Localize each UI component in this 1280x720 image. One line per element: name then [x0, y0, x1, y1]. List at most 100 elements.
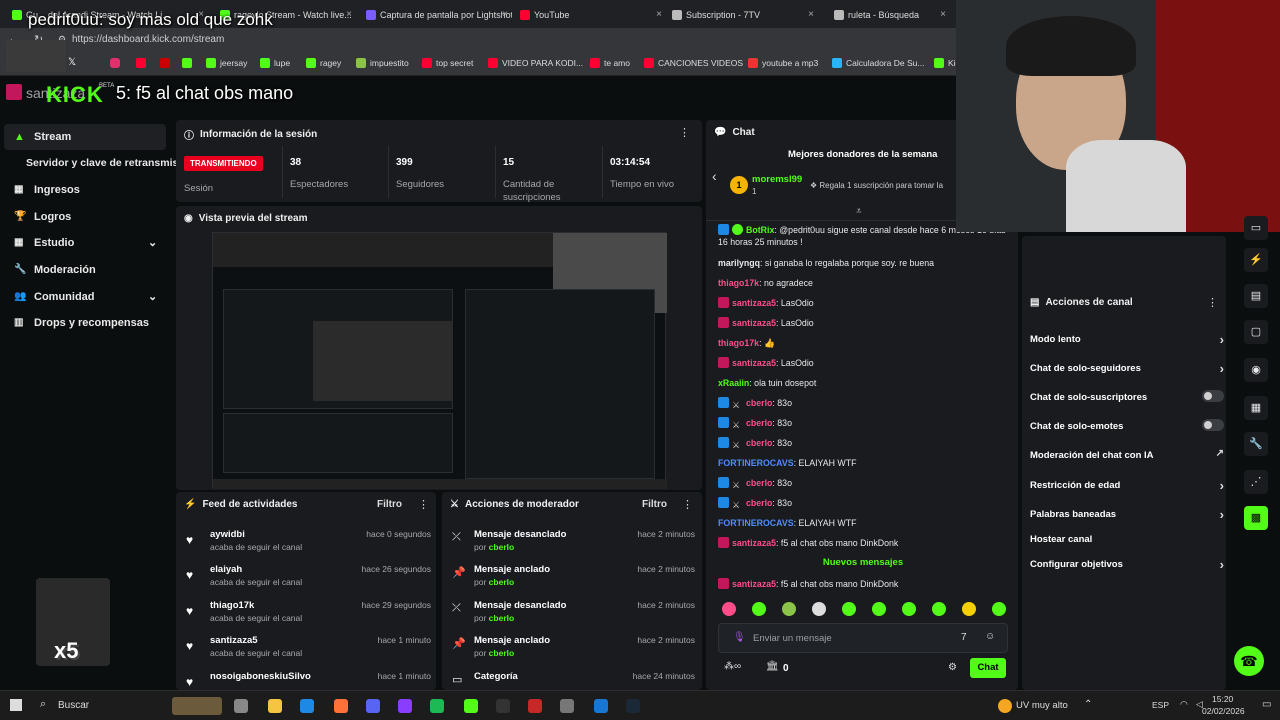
external-link-icon[interactable]: ↗ — [1216, 448, 1224, 459]
start-icon[interactable] — [10, 699, 22, 711]
emote-icon[interactable] — [722, 602, 736, 616]
browser-tab[interactable]: ruleta - Búsqueda × — [830, 4, 950, 26]
chat-username[interactable]: cberlo — [746, 418, 772, 428]
app-icon[interactable] — [560, 699, 574, 713]
bookmark-item[interactable]: VIDEO PARA KODI... — [488, 58, 583, 68]
feed-username[interactable]: thiago17k — [210, 600, 254, 611]
gift-sub-prompt[interactable]: ❖ Regala 1 suscripción para tomar la — [810, 181, 943, 190]
wifi-icon[interactable]: ◠ — [1180, 699, 1188, 710]
channel-action-palabras-baneadas[interactable]: Palabras baneadas › — [1030, 507, 1224, 522]
mod-menu-icon[interactable]: ⋮ — [682, 498, 693, 511]
x-icon[interactable]: 𝕏 — [68, 57, 76, 68]
channel-action-modo-lento[interactable]: Modo lento › — [1030, 332, 1224, 347]
channel-action-chat-de-solo-emotes[interactable]: Chat de solo-emotes — [1030, 419, 1224, 432]
channel-action-configurar-objetivos[interactable]: Configurar objetivos › — [1030, 557, 1224, 572]
chat-icon[interactable]: ▢ — [1244, 320, 1268, 344]
emote-icon[interactable] — [752, 602, 766, 616]
chevron-down-icon[interactable]: ⌄ — [148, 236, 157, 249]
emote-icon[interactable] — [992, 602, 1006, 616]
chevron-down-icon[interactable]: ⌄ — [148, 290, 157, 303]
chat-username[interactable]: santizaza5 — [732, 538, 776, 548]
app-icon[interactable] — [594, 699, 608, 713]
chevron-right-icon[interactable]: › — [1220, 557, 1224, 572]
7tv-icon[interactable]: 7 — [961, 632, 967, 643]
youtube-icon[interactable] — [136, 58, 146, 68]
clock-date[interactable]: 02/02/2026 — [1202, 706, 1245, 716]
bookmark-item[interactable]: top secret — [422, 58, 473, 68]
chat-username[interactable]: santizaza5 — [732, 298, 776, 308]
channel-action-chat-de-solo-suscriptores[interactable]: Chat de solo-suscriptores — [1030, 390, 1224, 403]
kick-bookmark-icon[interactable] — [182, 58, 192, 68]
rail-panel-icon[interactable]: ▭ — [1244, 216, 1268, 240]
moderator-name[interactable]: cberlo — [489, 648, 515, 658]
language-indicator[interactable]: ESP — [1152, 700, 1169, 710]
feed-username[interactable]: aywidbi — [210, 529, 245, 540]
moderator-name[interactable]: cberlo — [489, 577, 515, 587]
sidebar-item-ingresos[interactable]: ▦ Ingresos — [14, 184, 80, 196]
mic-icon[interactable]: 🎙 — [733, 632, 746, 643]
chat-username[interactable]: santizaza5 — [732, 579, 776, 589]
browser-tab[interactable]: Subscription - 7TV × — [668, 4, 818, 26]
kick-logo[interactable]: KICK — [46, 82, 104, 108]
chat-username[interactable]: thiago17k — [718, 278, 759, 288]
url-text[interactable]: https://dashboard.kick.com/stream — [72, 34, 224, 45]
emote-icon[interactable] — [812, 602, 826, 616]
close-tab-icon[interactable]: × — [808, 9, 814, 20]
taskbar-search[interactable]: Buscar — [58, 700, 89, 711]
chat-username[interactable]: cberlo — [746, 398, 772, 408]
file-explorer-icon[interactable] — [268, 699, 282, 713]
close-tab-icon[interactable]: × — [656, 9, 662, 20]
points-icon[interactable]: ⁂∞ — [724, 661, 741, 672]
chevron-left-icon[interactable]: ‹ — [712, 168, 717, 184]
chat-username[interactable]: cberlo — [746, 478, 772, 488]
chat-username[interactable]: santizaza5 — [732, 318, 776, 328]
feed-username[interactable]: santizaza5 — [210, 635, 258, 646]
weather-text[interactable]: UV muy alto — [1016, 700, 1068, 711]
canva-icon[interactable] — [398, 699, 412, 713]
emote-icon[interactable] — [932, 602, 946, 616]
close-tab-icon[interactable]: × — [346, 9, 352, 20]
app-icon[interactable] — [528, 699, 542, 713]
broadcast-icon[interactable]: ◉ — [1244, 358, 1268, 382]
bookmark-item[interactable]: CANCIONES VIDEOS — [644, 58, 743, 68]
chat-input[interactable]: Enviar un mensaje — [753, 633, 832, 644]
clock-time[interactable]: 15:20 — [1212, 694, 1233, 704]
sidebar-item-comunidad[interactable]: 👥 Comunidad ⌄ — [14, 291, 157, 303]
sidebar-item-moderación[interactable]: 🔧 Moderación — [14, 264, 96, 276]
search-icon[interactable]: ⌕ — [40, 698, 46, 711]
channel-action-moderaci-n-del-chat-con-ia[interactable]: Moderación del chat con IA ↗ — [1030, 448, 1224, 461]
send-chat-button[interactable]: Chat — [970, 658, 1006, 678]
chevron-right-icon[interactable]: › — [1220, 478, 1224, 493]
chat-username[interactable]: thiago17k — [718, 338, 759, 348]
obs-icon[interactable] — [496, 699, 510, 713]
moderator-name[interactable]: cberlo — [489, 542, 515, 552]
sidebar-item-stream[interactable]: ▲ Stream — [14, 131, 71, 143]
close-tab-icon[interactable]: × — [502, 9, 508, 20]
tray-chevron-icon[interactable]: ⌃ — [1084, 699, 1092, 710]
document-icon[interactable]: ▤ — [1244, 284, 1268, 308]
instagram-icon[interactable] — [110, 58, 120, 68]
collapse-icon[interactable]: ⩡ — [856, 206, 862, 217]
edge-icon[interactable] — [300, 699, 314, 713]
top-donor-name[interactable]: moremsl99 — [752, 174, 802, 185]
bookmark-item[interactable]: jeersay — [206, 58, 247, 68]
sidebar-item-logros[interactable]: 🏆 Logros — [14, 211, 71, 223]
pinterest-icon[interactable] — [160, 58, 170, 68]
emote-icon[interactable] — [782, 602, 796, 616]
chat-username[interactable]: BotRix — [746, 225, 774, 235]
bolt-icon[interactable]: ⚡ — [1244, 248, 1268, 272]
channel-action-hostear-canal[interactable]: Hostear canal — [1030, 534, 1224, 545]
sidebar-item-estudio[interactable]: ▦ Estudio ⌄ — [14, 237, 157, 249]
chat-username[interactable]: FORTINEROCAVS — [718, 518, 794, 528]
browser-tab[interactable]: Captura de pantalla por Lightshot × — [362, 4, 512, 26]
chat-input-box[interactable]: 🎙 Enviar un mensaje 7 ☺ — [718, 623, 1008, 653]
feed-filter-button[interactable]: Filtro — [377, 499, 402, 510]
moderator-name[interactable]: cberlo — [489, 613, 515, 623]
sidebar-item-servidor[interactable]: Servidor y clave de retransmisión — [26, 157, 194, 169]
chat-username[interactable]: xRaaiin — [718, 378, 749, 388]
chevron-right-icon[interactable]: › — [1220, 361, 1224, 376]
sidebar-item-drops[interactable]: ▥ Drops y recompensas — [14, 317, 149, 329]
channel-actions-menu-icon[interactable]: ⋮ — [1207, 296, 1218, 309]
firefox-icon[interactable] — [334, 699, 348, 713]
emote-icon[interactable] — [872, 602, 886, 616]
